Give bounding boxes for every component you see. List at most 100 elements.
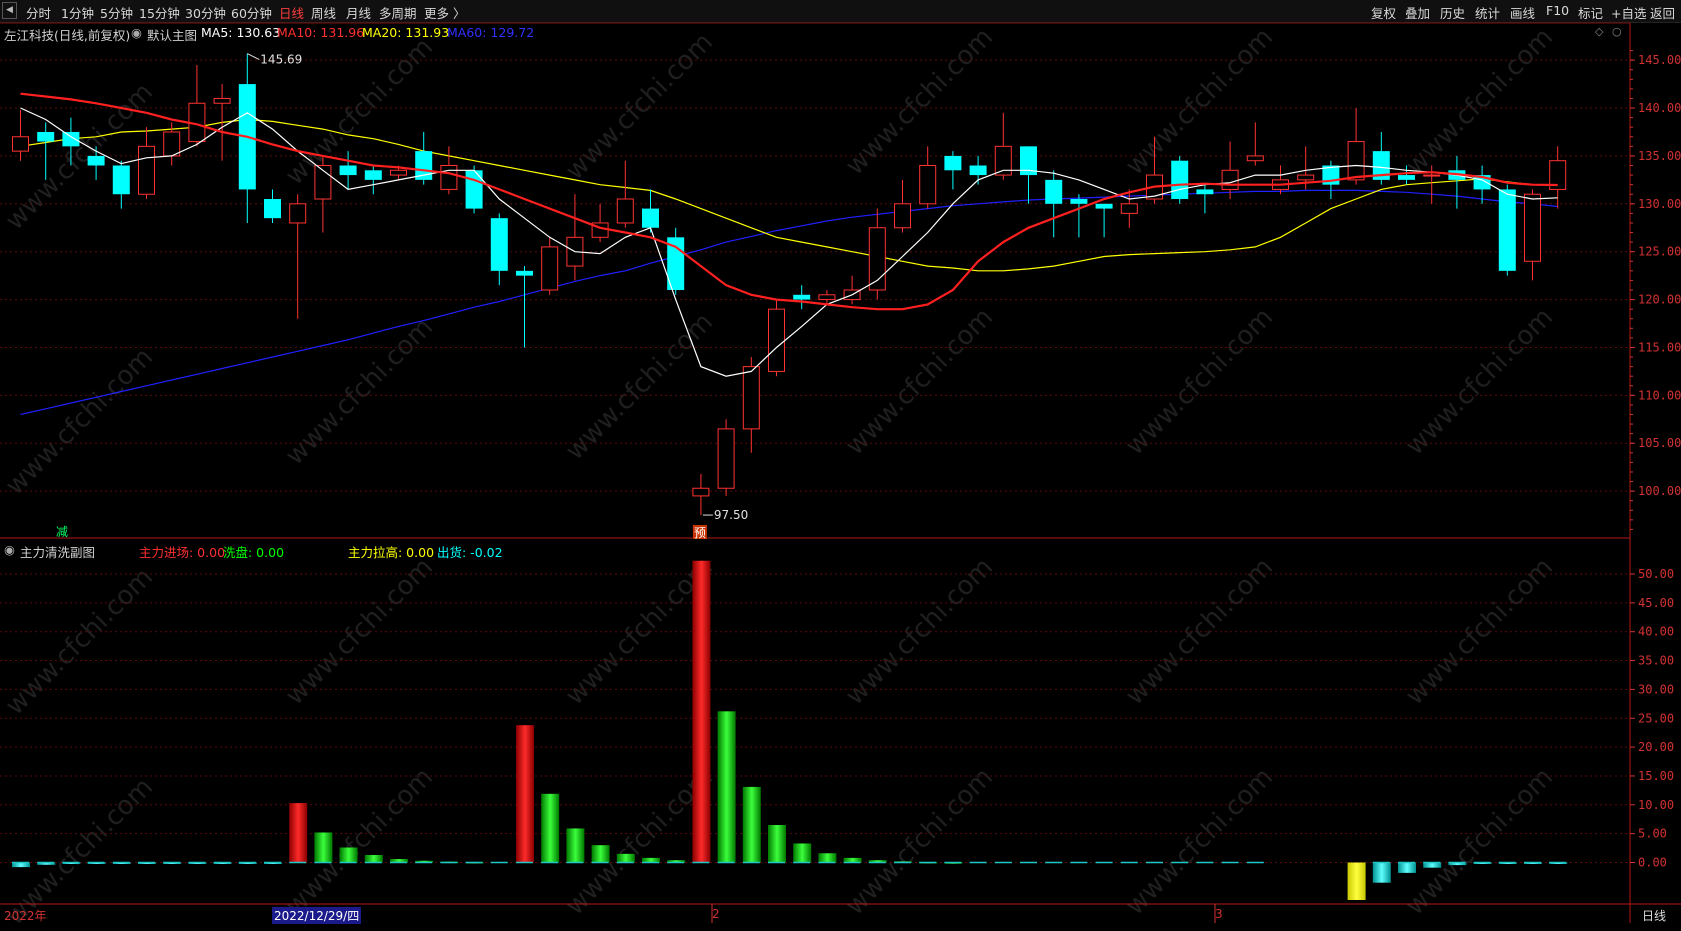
ma60-line [20, 189, 1558, 416]
candle-body [163, 131, 181, 157]
month-label-3: 3 [1215, 907, 1223, 921]
reduce-marker: 减 [56, 525, 68, 539]
main-panel-expand-icon[interactable]: ○ [1612, 25, 1622, 38]
wash-bar [717, 711, 736, 863]
sub-tick-label: 45.00 [1638, 596, 1674, 610]
price-tick-label: 125.00 [1638, 245, 1681, 259]
candle-body [616, 198, 634, 224]
stock-title: 左江科技(日线,前复权) [4, 28, 131, 43]
candle-body [112, 165, 130, 195]
wash-bar [793, 843, 812, 863]
price-tick-label: 140.00 [1638, 101, 1681, 115]
candle-body [1423, 174, 1441, 177]
high-pointer [247, 53, 260, 60]
candle-body [390, 169, 407, 176]
sub-indicator-selector-icon[interactable]: ◉ [4, 542, 15, 557]
sub-tick-label: 5.00 [1638, 827, 1667, 841]
sub-tick-label: 30.00 [1638, 682, 1674, 696]
candle-body [818, 294, 836, 301]
candle-body [1398, 175, 1415, 180]
sub-tick-label: 10.00 [1638, 798, 1674, 812]
sub-tick-label: 15.00 [1638, 769, 1674, 783]
candle-body [969, 165, 987, 176]
candle-body [1347, 141, 1365, 181]
main-force-pull-value: 主力拉高: 0.00 [348, 545, 435, 560]
candle-body [1120, 203, 1138, 214]
price-tick-label: 110.00 [1638, 388, 1681, 402]
sub-tick-label: 20.00 [1638, 740, 1674, 754]
main-force-enter-value: 主力进场: 0.00 [139, 545, 226, 560]
wash-bar [591, 845, 610, 863]
price-tick-label: 100.00 [1638, 484, 1681, 498]
candle-body [1196, 189, 1214, 195]
candle-body [138, 145, 155, 195]
sub-tick-label: 25.00 [1638, 711, 1674, 725]
candle-body [87, 155, 105, 166]
ma20-value: MA20: 131.93 [362, 25, 450, 40]
wash-bar [314, 832, 333, 863]
sub-indicator-name[interactable]: 主力清洗副图 [20, 542, 95, 561]
candle-body [541, 246, 559, 291]
price-tick-label: 120.00 [1638, 293, 1681, 307]
candle-body [1095, 203, 1113, 209]
period-indicator: 日线 [1642, 909, 1667, 923]
candle-body [793, 294, 811, 300]
ma10-value: MA10: 131.96 [277, 25, 365, 40]
month-label-2: 2 [712, 907, 720, 921]
sub-tick-label: 0.00 [1638, 856, 1667, 870]
candle-body [62, 131, 80, 147]
year-label: 2022年 [4, 909, 47, 923]
wash-bar [566, 828, 585, 863]
ship-bar [1372, 862, 1391, 883]
pull-bar [1347, 862, 1366, 901]
stock-chart[interactable]: 100.00 105.00 110.00 115.00 120.00 125.00 130.… [0, 0, 1681, 923]
wash-bar [541, 793, 560, 863]
wash-bar [818, 853, 837, 863]
wash-bar [339, 847, 358, 863]
candle-body [1070, 199, 1088, 204]
candle-body [264, 199, 281, 219]
candle-body [919, 165, 937, 205]
crosshair-date: 2022/12/29/四 [272, 907, 362, 924]
candle-body [717, 428, 735, 489]
candle-body [1246, 155, 1264, 162]
price-tick-label: 115.00 [1638, 340, 1681, 354]
main-panel-diamond-icon[interactable]: ◇ [1595, 25, 1603, 38]
ship-bar [1398, 862, 1416, 873]
candle-body [692, 487, 710, 497]
candle-body [768, 308, 785, 372]
candle-body [364, 170, 382, 180]
candle-body [465, 170, 483, 209]
price-tick-label: 130.00 [1638, 197, 1681, 211]
candle-body [1297, 174, 1315, 181]
wash-value: 洗盘: 0.00 [223, 545, 285, 560]
candle-body [440, 165, 458, 190]
wash-bar [616, 853, 635, 863]
price-tick-label: 105.00 [1638, 436, 1681, 450]
wash-bar [364, 854, 383, 863]
high-price-label: 145.69 [260, 53, 302, 67]
candle-body [516, 270, 533, 276]
sub-tick-label: 35.00 [1638, 654, 1674, 668]
candle-body [12, 136, 29, 152]
candle-body [1498, 189, 1516, 271]
candle-body [894, 203, 911, 229]
ma5-value: MA5: 130.63 [201, 25, 281, 40]
candle-body [944, 155, 962, 171]
wash-bar [768, 824, 786, 863]
enter-bar [692, 560, 711, 863]
indicator-selector-icon[interactable]: ◉ [131, 25, 142, 40]
candle-body [1221, 169, 1239, 190]
enter-bar [289, 803, 308, 863]
candle-body [1524, 193, 1541, 262]
main-indicator-name[interactable]: 默认主图 [147, 25, 197, 44]
pre-marker: 预 [694, 526, 706, 540]
low-price-label: 97.50 [714, 508, 748, 522]
candle-body [1171, 160, 1189, 200]
candle-body [642, 208, 659, 228]
ma60-value: MA60: 129.72 [447, 25, 535, 40]
wash-bar [742, 786, 761, 863]
price-tick-label: 135.00 [1638, 149, 1681, 163]
sub-tick-label: 40.00 [1638, 625, 1674, 639]
shipment-value: 出货: -0.02 [437, 545, 503, 560]
